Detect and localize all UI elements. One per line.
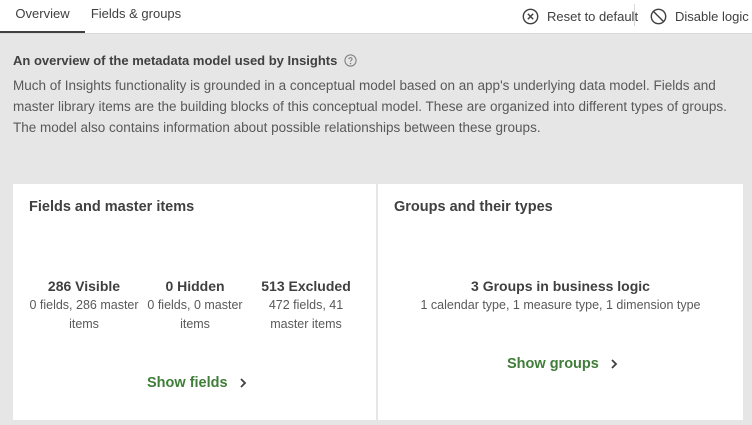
groups-types-card: Groups and their types 3 Groups in busin… [378, 184, 743, 420]
card-title: Fields and master items [29, 199, 195, 215]
stat-value: 513 Excluded [261, 278, 351, 294]
stat-description: 472 fields, 41 master items [268, 298, 344, 331]
intro-title-text: An overview of the metadata model used b… [13, 53, 338, 68]
reset-to-default-button[interactable]: Reset to default [522, 0, 638, 33]
close-circle-icon [522, 8, 539, 25]
tab-fields-groups[interactable]: Fields & groups [85, 0, 187, 33]
stat-value: 0 Hidden [165, 278, 225, 294]
disable-logic-label: Disable logic [675, 9, 749, 24]
chevron-right-icon [238, 377, 248, 389]
show-fields-label: Show fields [147, 375, 228, 391]
card-title: Groups and their types [394, 199, 553, 215]
intro-description: Much of Insights functionality is ground… [13, 78, 727, 135]
show-fields-link[interactable]: Show fields [147, 375, 248, 391]
top-toolbar: Overview Fields & groups Reset to defaul… [0, 0, 752, 34]
stat-excluded: 513 Excluded 472 fields, 41 master items [255, 277, 357, 334]
toolbar-divider [634, 4, 635, 26]
groups-types-detail: 1 calendar type, 1 measure type, 1 dimen… [420, 298, 701, 312]
groups-count: 3 Groups in business logic [471, 278, 650, 294]
show-groups-link[interactable]: Show groups [507, 356, 619, 372]
stat-value: 286 Visible [47, 278, 121, 294]
disable-logic-button[interactable]: Disable logic [650, 0, 749, 33]
tab-overview[interactable]: Overview [0, 0, 85, 33]
stat-visible: 286 Visible 0 fields, 286 master items [25, 277, 143, 334]
reset-label: Reset to default [547, 9, 639, 24]
stat-description: 0 fields, 286 master items [29, 298, 139, 331]
groups-summary: 3 Groups in business logic 1 calendar ty… [378, 277, 743, 315]
intro-heading: An overview of the metadata model used b… [13, 53, 357, 68]
chevron-right-icon [609, 358, 619, 370]
show-groups-label: Show groups [507, 356, 599, 372]
prohibit-icon [650, 8, 667, 25]
stat-description: 0 fields, 0 master items [147, 298, 243, 331]
help-circle-icon[interactable] [344, 54, 357, 67]
stat-hidden: 0 Hidden 0 fields, 0 master items [144, 277, 246, 334]
fields-master-items-card: Fields and master items 286 Visible 0 fi… [13, 184, 376, 420]
